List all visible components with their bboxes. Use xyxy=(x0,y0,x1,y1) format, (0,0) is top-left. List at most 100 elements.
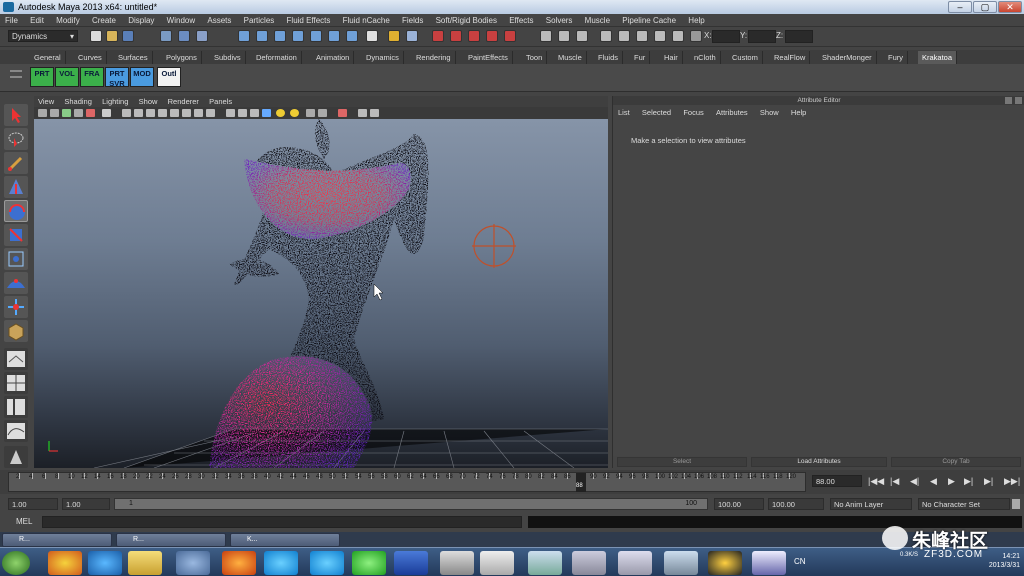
menu-create[interactable]: Create xyxy=(87,14,121,27)
shelf-tab-subdivs[interactable]: Subdivs xyxy=(210,51,246,64)
browser-icon[interactable] xyxy=(352,551,386,575)
close-button[interactable]: ✕ xyxy=(998,1,1022,13)
attribute-editor-toggle-icon[interactable] xyxy=(576,30,588,42)
firefox-icon[interactable] xyxy=(222,551,256,575)
select-camera-icon[interactable] xyxy=(38,109,47,117)
menu-fluid-effects[interactable]: Fluid Effects xyxy=(282,14,336,27)
render-settings-icon[interactable] xyxy=(468,30,480,42)
mel-input[interactable] xyxy=(42,516,522,528)
move-tool-icon[interactable] xyxy=(4,176,28,198)
channel-box-toggle-icon[interactable] xyxy=(540,30,552,42)
menu-particles[interactable]: Particles xyxy=(239,14,280,27)
hypershade-layout-icon[interactable] xyxy=(4,446,28,468)
shadows-icon[interactable] xyxy=(262,109,271,117)
go-to-start-button[interactable]: |◀◀ xyxy=(868,476,884,487)
step-forward-key-button[interactable]: ▶| xyxy=(984,476,993,487)
smooth-shade-icon[interactable] xyxy=(206,109,215,117)
ae-menu-list[interactable]: List xyxy=(613,106,635,119)
safe-action-icon[interactable] xyxy=(170,109,179,117)
gate-mask-icon[interactable] xyxy=(146,109,155,117)
shelf-tab-krakatoa[interactable]: Krakatoa xyxy=(918,51,958,64)
control-panel-icon[interactable] xyxy=(664,551,698,575)
x-field[interactable] xyxy=(712,30,740,43)
save-scene-icon[interactable] xyxy=(122,30,134,42)
viewport-menu-panels[interactable]: Panels xyxy=(205,96,236,107)
menu-pipeline-cache[interactable]: Pipeline Cache xyxy=(617,14,681,27)
y-field[interactable] xyxy=(748,30,776,43)
select-tool-icon[interactable] xyxy=(4,104,28,126)
character-set-dropdown[interactable]: No Character Set xyxy=(918,498,1010,510)
menu-help[interactable]: Help xyxy=(683,14,709,27)
wireframe-on-shaded-icon[interactable] xyxy=(226,109,235,117)
use-all-lights-icon[interactable] xyxy=(250,109,259,117)
shelf-tab-menu-icon[interactable] xyxy=(10,76,22,78)
universal-manipulator-icon[interactable] xyxy=(4,248,28,270)
task-window-2[interactable]: R... xyxy=(116,533,226,547)
lock-icon[interactable] xyxy=(388,30,400,42)
paint-select-tool-icon[interactable] xyxy=(4,152,28,174)
shelf-tab-hair[interactable]: Hair xyxy=(660,51,683,64)
shelf-tab-deformation[interactable]: Deformation xyxy=(252,51,302,64)
shelf-tab-curves[interactable]: Curves xyxy=(74,51,107,64)
menu-soft-rigid-bodies[interactable]: Soft/Rigid Bodies xyxy=(431,14,502,27)
grid-toggle-icon[interactable] xyxy=(102,109,111,117)
menu-file[interactable]: File xyxy=(0,14,23,27)
menu-fields[interactable]: Fields xyxy=(397,14,428,27)
task-window-3[interactable]: K... xyxy=(230,533,340,547)
wireframe-icon[interactable] xyxy=(194,109,203,117)
maya-taskbar-icon[interactable] xyxy=(440,551,474,575)
ae-menu-help[interactable]: Help xyxy=(786,106,811,119)
ae-menu-selected[interactable]: Selected xyxy=(637,106,676,119)
panel-icon[interactable] xyxy=(358,109,367,117)
viewport-menu-shading[interactable]: Shading xyxy=(60,96,96,107)
camera-attributes-icon[interactable] xyxy=(50,109,59,117)
text-editor-icon[interactable] xyxy=(618,551,652,575)
word-icon[interactable] xyxy=(394,551,428,575)
z-field[interactable] xyxy=(785,30,813,43)
playback-end-field[interactable]: 100.00 xyxy=(714,498,764,510)
textured-icon[interactable] xyxy=(238,109,247,117)
snap-plane-icon[interactable] xyxy=(292,30,304,42)
open-scene-icon[interactable] xyxy=(106,30,118,42)
menu-assets[interactable]: Assets xyxy=(202,14,236,27)
menu-set-dropdown[interactable]: Dynamics ▾ xyxy=(8,30,78,42)
step-back-frame-button[interactable]: ◀| xyxy=(910,476,919,487)
bookmark-icon[interactable] xyxy=(62,109,71,117)
sculpt-tool-icon[interactable] xyxy=(654,30,666,42)
lights-icon[interactable] xyxy=(276,109,285,117)
render-frame-icon[interactable] xyxy=(432,30,444,42)
menu-effects[interactable]: Effects xyxy=(504,14,538,27)
play-backward-button[interactable]: ◀ xyxy=(930,476,937,487)
field-chart-icon[interactable] xyxy=(158,109,167,117)
media-player-icon[interactable] xyxy=(264,551,298,575)
remote-desktop-icon[interactable] xyxy=(572,551,606,575)
new-scene-icon[interactable] xyxy=(90,30,102,42)
shelf-tab-custom[interactable]: Custom xyxy=(728,51,763,64)
shelf-tab-toon[interactable]: Toon xyxy=(522,51,548,64)
qq-icon[interactable] xyxy=(48,551,82,575)
history-icon[interactable] xyxy=(346,30,358,42)
modeling-toolkit-icon[interactable] xyxy=(618,30,630,42)
ipr-render-icon[interactable] xyxy=(450,30,462,42)
krakatoa-prt-button[interactable]: PRT xyxy=(30,67,54,87)
four-view-layout-icon[interactable] xyxy=(4,372,28,394)
scale-tool-icon[interactable] xyxy=(4,224,28,246)
shelf-menu-icon[interactable] xyxy=(10,70,22,72)
isolate-select-icon[interactable] xyxy=(338,109,347,117)
render-view-icon[interactable] xyxy=(504,30,516,42)
media-app-icon[interactable] xyxy=(752,551,786,575)
xray-joints-icon[interactable] xyxy=(318,109,327,117)
select-button[interactable]: Select xyxy=(617,457,747,467)
nuke-icon[interactable] xyxy=(708,551,742,575)
current-frame-field[interactable]: 88.00 xyxy=(812,475,862,487)
shelf-tab-ncloth[interactable]: nCloth xyxy=(690,51,721,64)
shelf-tab-shadermonger[interactable]: ShaderMonger xyxy=(818,51,877,64)
menu-window[interactable]: Window xyxy=(162,14,200,27)
snap-surface-icon[interactable] xyxy=(310,30,322,42)
preferences-icon[interactable] xyxy=(1012,499,1020,509)
viewport-menu-lighting[interactable]: Lighting xyxy=(98,96,132,107)
load-attributes-button[interactable]: Load Attributes xyxy=(751,457,887,467)
step-back-key-button[interactable]: |◀ xyxy=(890,476,899,487)
hypershade-icon[interactable] xyxy=(486,30,498,42)
menu-modify[interactable]: Modify xyxy=(51,14,85,27)
